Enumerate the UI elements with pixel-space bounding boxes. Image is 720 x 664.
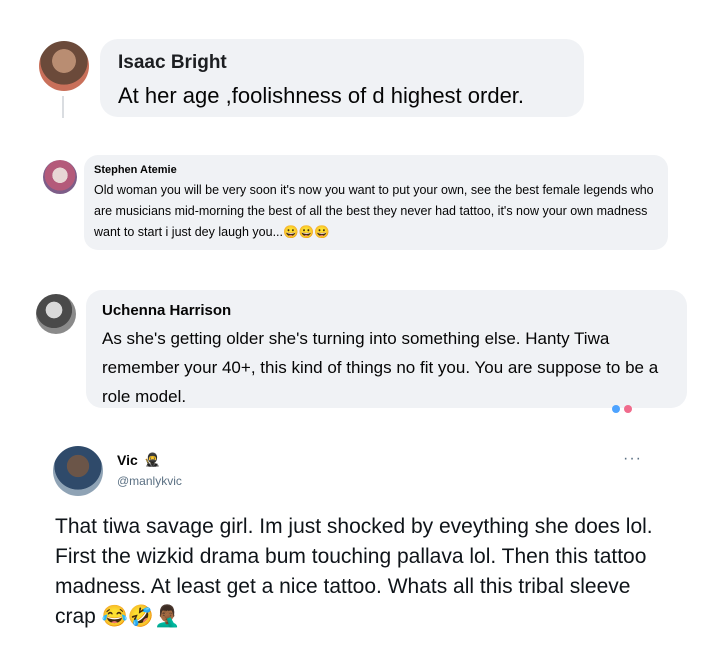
avatar[interactable] [39, 41, 89, 91]
commenter-name[interactable]: Uchenna Harrison [102, 302, 231, 319]
tweet-author-name[interactable]: Vic [117, 452, 138, 468]
avatar[interactable] [36, 294, 76, 334]
comment-bubble: Uchenna Harrison As she's getting older … [86, 290, 687, 408]
commenter-name[interactable]: Stephen Atemie [94, 164, 177, 176]
love-reaction-icon [624, 405, 632, 413]
comment-text: Old woman you will be very soon it's now… [94, 183, 654, 239]
avatar[interactable] [43, 160, 77, 194]
comment-text: At her age ,foolishness of d highest ord… [118, 83, 525, 108]
tweet-avatar[interactable] [53, 446, 103, 496]
tweet-handle[interactable]: @manlykvic [117, 474, 182, 488]
commenter-name[interactable]: Isaac Bright [118, 52, 227, 74]
more-options-icon[interactable]: ··· [623, 450, 642, 468]
tweet-text: That tiwa savage girl. Im just shocked b… [55, 515, 653, 628]
ninja-emoji-icon: 🥷 [144, 452, 161, 467]
comment-text: As she's getting older she's turning int… [102, 329, 659, 406]
reaction-icons[interactable] [612, 400, 652, 413]
comment-bubble: Isaac Bright At her age ,foolishness of … [100, 39, 584, 117]
comment-bubble: Stephen Atemie Old woman you will be ver… [84, 155, 668, 250]
thread-line [62, 96, 64, 118]
like-reaction-icon [612, 405, 620, 413]
